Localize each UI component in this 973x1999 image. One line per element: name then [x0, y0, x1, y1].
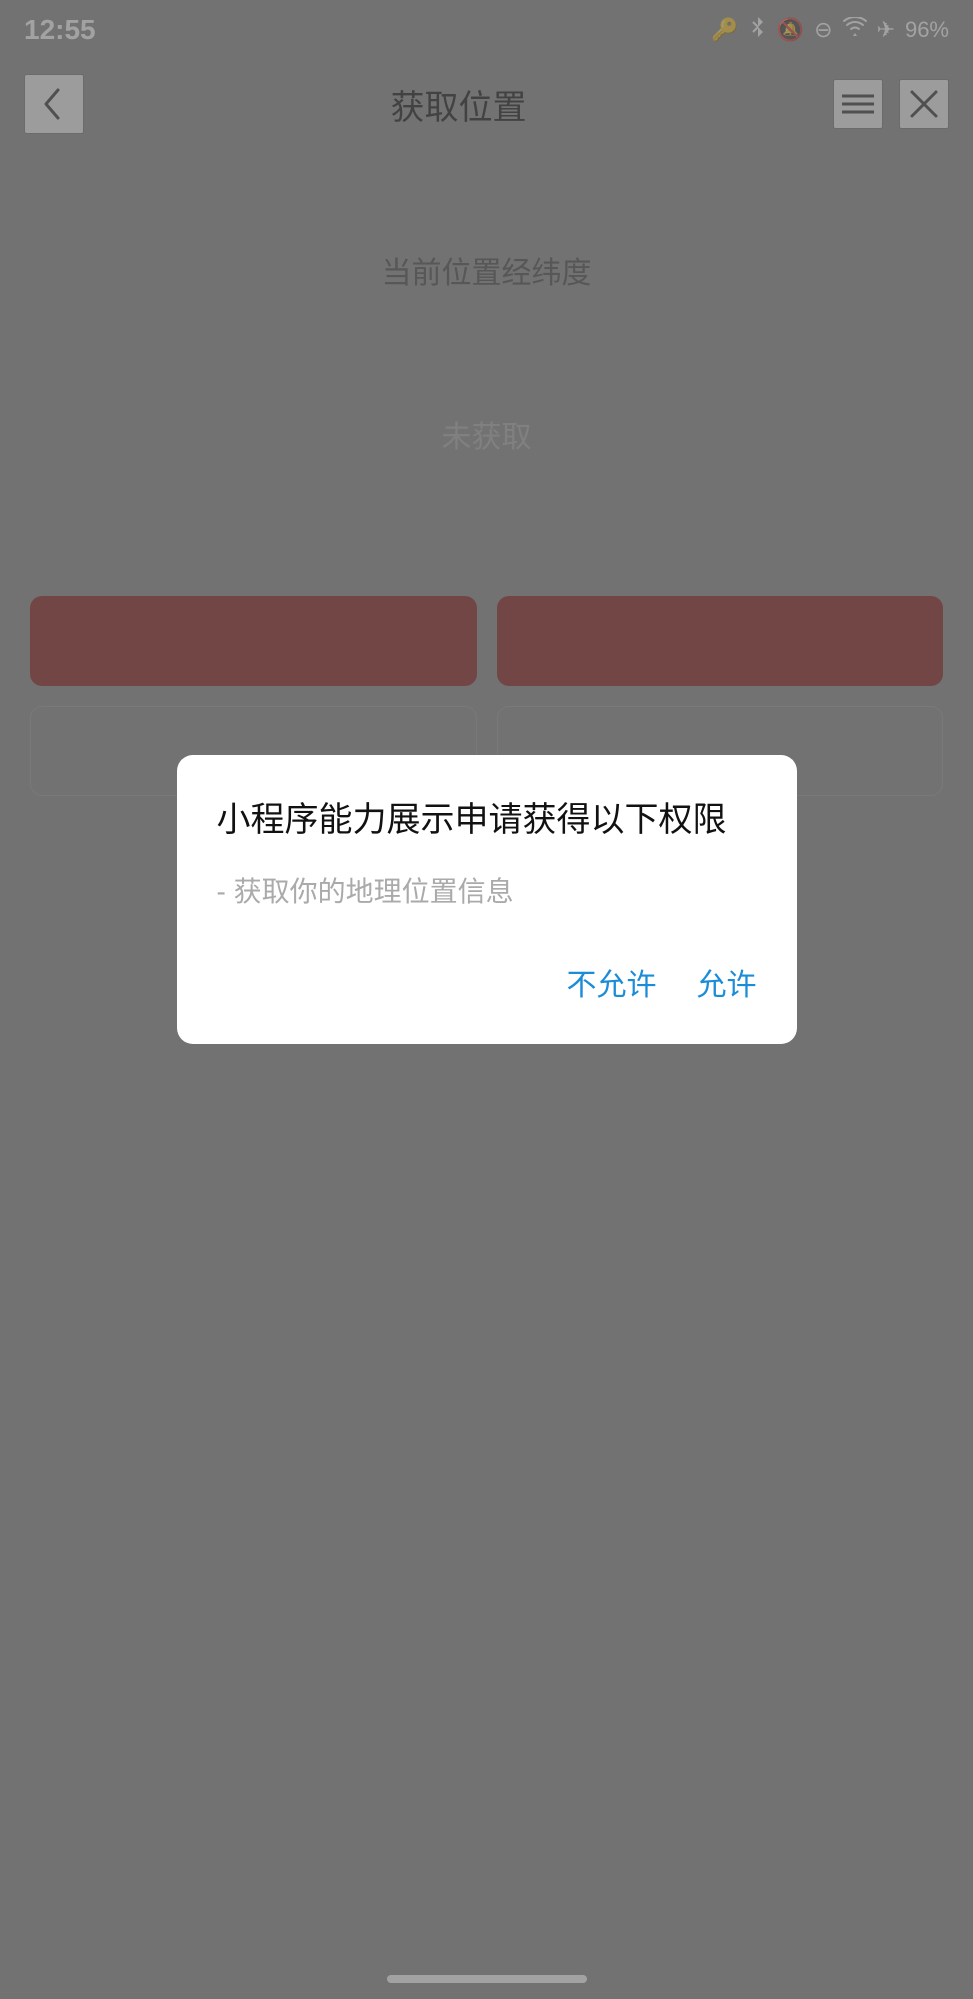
allow-button[interactable]: 允许 — [697, 950, 757, 1014]
overlay: 小程序能力展示申请获得以下权限 - 获取你的地理位置信息 不允许 允许 — [0, 0, 973, 1999]
deny-button[interactable]: 不允许 — [567, 950, 657, 1014]
dialog-title: 小程序能力展示申请获得以下权限 — [217, 795, 757, 846]
dialog-permission: - 获取你的地理位置信息 — [217, 870, 757, 910]
permission-dialog: 小程序能力展示申请获得以下权限 - 获取你的地理位置信息 不允许 允许 — [177, 755, 797, 1044]
dialog-buttons: 不允许 允许 — [217, 950, 757, 1014]
